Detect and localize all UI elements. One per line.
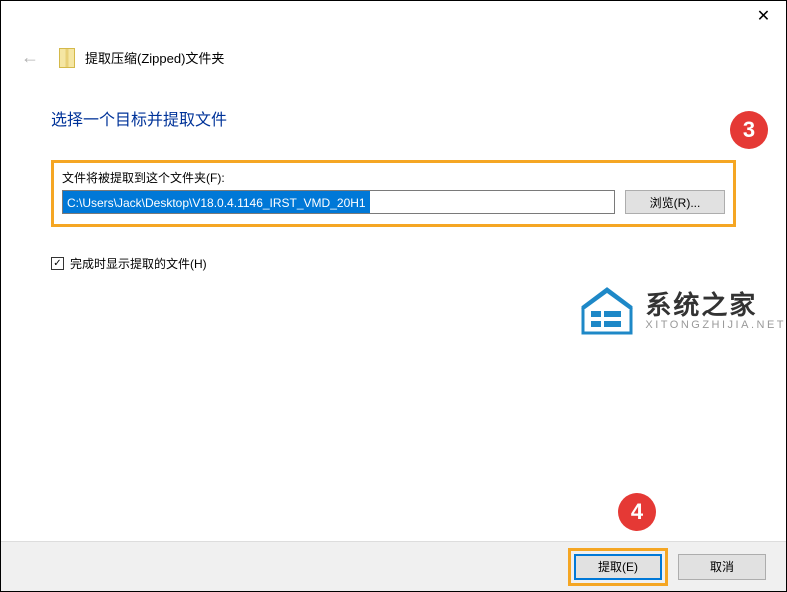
path-selected-text: C:\Users\Jack\Desktop\V18.0.4.1146_IRST_… <box>63 191 370 213</box>
extract-path-input[interactable]: C:\Users\Jack\Desktop\V18.0.4.1146_IRST_… <box>62 190 615 214</box>
watermark-main-text: 系统之家 <box>645 291 786 320</box>
callout-badge-3: 3 <box>730 111 768 149</box>
instruction-heading: 选择一个目标并提取文件 <box>51 106 736 130</box>
close-button[interactable]: ✕ <box>741 1 786 31</box>
show-files-checkbox-label: 完成时显示提取的文件(H) <box>70 255 207 272</box>
titlebar: ✕ <box>1 1 786 37</box>
watermark-sub-text: XITONGZHIJIA.NET <box>645 319 786 331</box>
dialog-header: ← 提取压缩(Zipped)文件夹 <box>1 37 786 82</box>
extract-path-group: 文件将被提取到这个文件夹(F): C:\Users\Jack\Desktop\V… <box>51 160 736 227</box>
show-files-checkbox[interactable]: ✓ <box>51 257 64 270</box>
cancel-button[interactable]: 取消 <box>678 554 766 580</box>
watermark-text: 系统之家 XITONGZHIJIA.NET <box>645 291 786 332</box>
back-arrow-icon[interactable]: ← <box>21 47 39 68</box>
highlight-annotation-3: 文件将被提取到这个文件夹(F): C:\Users\Jack\Desktop\V… <box>51 160 736 227</box>
watermark: 系统之家 XITONGZHIJIA.NET <box>579 287 786 335</box>
dialog-footer: 提取(E) 取消 <box>1 541 786 591</box>
path-field-label: 文件将被提取到这个文件夹(F): <box>62 169 725 186</box>
callout-badge-4: 4 <box>618 493 656 531</box>
dialog-title: 提取压缩(Zipped)文件夹 <box>85 48 224 67</box>
extract-button[interactable]: 提取(E) <box>574 554 662 580</box>
highlight-annotation-4: 提取(E) <box>568 548 668 586</box>
show-files-checkbox-row: ✓ 完成时显示提取的文件(H) <box>51 255 736 272</box>
browse-button[interactable]: 浏览(R)... <box>625 190 725 214</box>
watermark-house-icon <box>579 287 635 335</box>
content-area: 选择一个目标并提取文件 文件将被提取到这个文件夹(F): C:\Users\Ja… <box>1 106 786 272</box>
zip-folder-icon <box>59 48 75 68</box>
path-input-row: C:\Users\Jack\Desktop\V18.0.4.1146_IRST_… <box>62 190 725 214</box>
